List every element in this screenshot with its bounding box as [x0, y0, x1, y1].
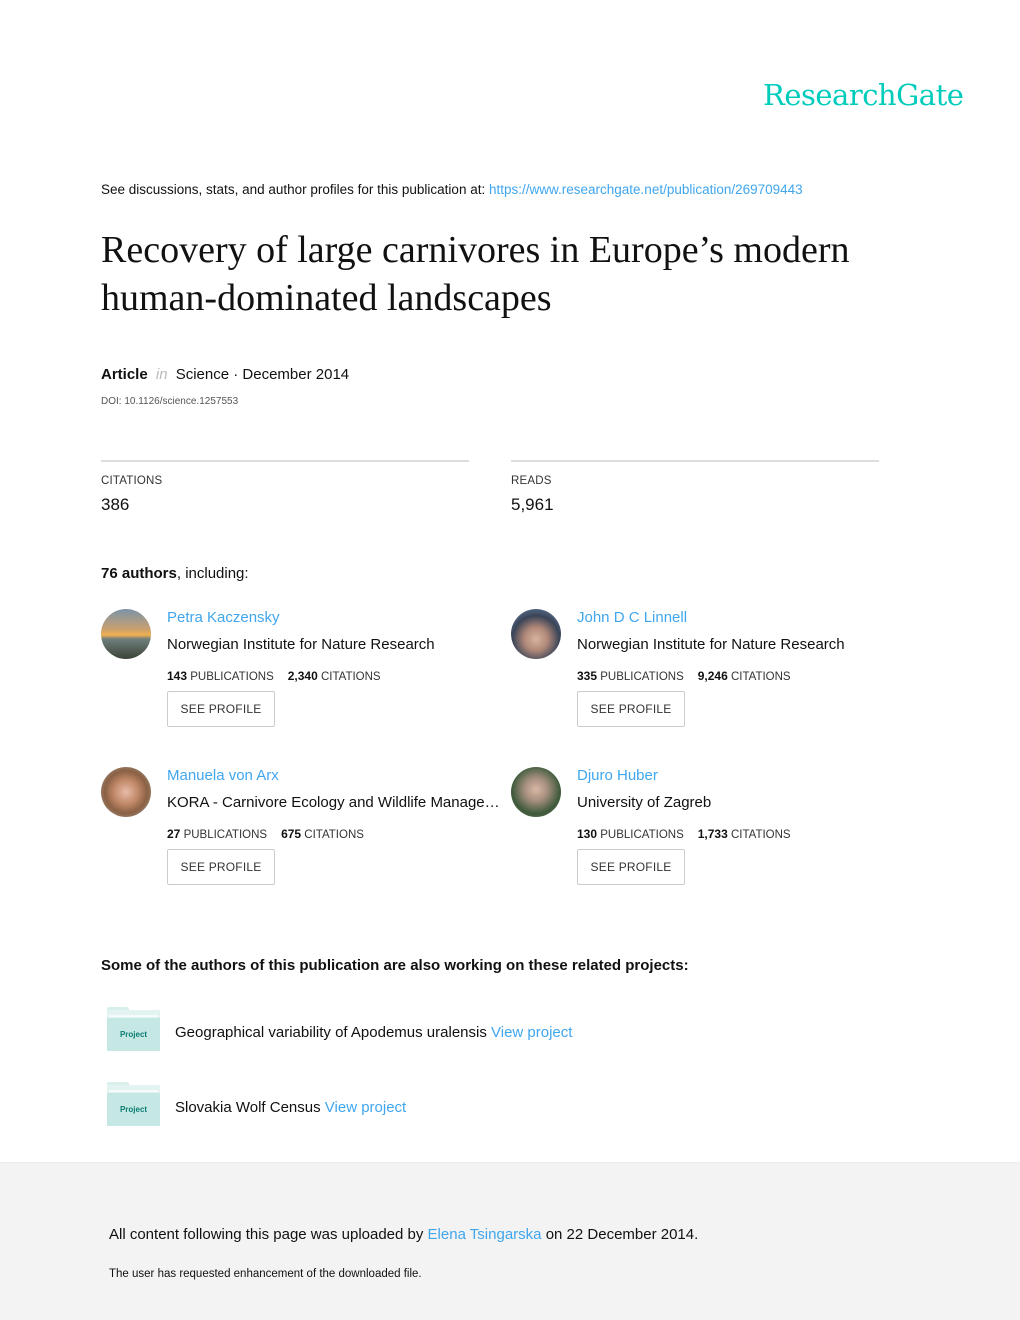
citations-label: CITATIONS — [304, 829, 364, 841]
author-stats: 143 PUBLICATIONS 2,340 CITATIONS — [167, 669, 381, 683]
authors-count: 76 authors — [101, 565, 177, 582]
author-card: Manuela von Arx KORA - Carnivore Ecology… — [101, 767, 501, 907]
publications-count: 27 — [167, 827, 181, 841]
see-profile-button[interactable]: SEE PROFILE — [167, 849, 275, 885]
authors-suffix: , including: — [176, 565, 249, 582]
view-project-link[interactable]: View project — [325, 1099, 406, 1116]
avatar[interactable] — [511, 609, 561, 659]
author-name-link[interactable]: Djuro Huber — [577, 767, 658, 784]
citations-label: CITATIONS — [730, 829, 791, 841]
author-institution: Norwegian Institute for Nature Research — [577, 636, 845, 653]
publication-type: Article — [101, 366, 148, 383]
publication-url-link[interactable]: https://www.researchgate.net/publication… — [489, 182, 803, 197]
related-projects-heading: Some of the authors of this publication … — [101, 957, 689, 974]
reads-stat: READS 5,961 — [511, 460, 879, 515]
upload-info: All content following this page was uplo… — [109, 1226, 698, 1243]
reads-value: 5,961 — [511, 495, 554, 514]
enhancement-note: The user has requested enhancement of th… — [109, 1268, 422, 1280]
researchgate-logo[interactable]: ResearchGate — [763, 78, 964, 112]
avatar[interactable] — [101, 609, 151, 659]
reads-label: READS — [511, 475, 552, 487]
project-title: Slovakia Wolf Census — [175, 1099, 321, 1116]
author-institution: Norwegian Institute for Nature Research — [167, 636, 435, 653]
publications-count: 143 — [167, 669, 188, 683]
publications-label: PUBLICATIONS — [183, 829, 268, 841]
upload-prefix: All content following this page was uplo… — [109, 1226, 424, 1243]
author-stats: 27 PUBLICATIONS 675 CITATIONS — [167, 827, 364, 841]
author-name-link[interactable]: John D C Linnell — [577, 609, 687, 626]
citations-count: 675 — [281, 827, 302, 841]
authors-heading: 76 authors, including: — [101, 565, 249, 582]
project-icon-label: Project — [107, 1093, 160, 1126]
project-icon-label: Project — [107, 1018, 160, 1051]
citations-label: CITATIONS — [730, 671, 791, 683]
citations-value: 386 — [101, 495, 130, 514]
project-title: Geographical variability of Apodemus ura… — [175, 1024, 487, 1041]
see-discussions-line: See discussions, stats, and author profi… — [101, 182, 803, 197]
citations-stat: CITATIONS 386 — [101, 460, 469, 515]
publications-count: 130 — [577, 827, 598, 841]
author-name-link[interactable]: Manuela von Arx — [167, 767, 279, 784]
venue-date: Science · December 2014 — [175, 366, 350, 383]
publications-label: PUBLICATIONS — [600, 671, 684, 683]
author-card: Djuro Huber University of Zagreb 130 PUB… — [511, 767, 911, 907]
citations-label: CITATIONS — [101, 475, 163, 487]
doi: DOI: 10.1126/science.1257553 — [101, 396, 239, 407]
footer: All content following this page was uplo… — [0, 1162, 1020, 1320]
see-profile-button[interactable]: SEE PROFILE — [577, 849, 685, 885]
project-text: Geographical variability of Apodemus ura… — [175, 1024, 572, 1041]
author-stats: 335 PUBLICATIONS 9,246 CITATIONS — [577, 669, 791, 683]
author-card: Petra Kaczensky Norwegian Institute for … — [101, 609, 501, 749]
see-profile-button[interactable]: SEE PROFILE — [577, 691, 685, 727]
citations-count: 9,246 — [697, 669, 728, 683]
author-institution: KORA - Carnivore Ecology and Wildlife Ma… — [167, 794, 500, 811]
citations-label: CITATIONS — [320, 671, 381, 683]
author-name-link[interactable]: Petra Kaczensky — [167, 609, 280, 626]
project-folder-icon: Project — [107, 1007, 160, 1051]
avatar[interactable] — [101, 767, 151, 817]
citations-count: 1,733 — [697, 827, 728, 841]
publications-count: 335 — [577, 669, 598, 683]
author-card: John D C Linnell Norwegian Institute for… — [511, 609, 911, 749]
avatar[interactable] — [511, 767, 561, 817]
uploader-link[interactable]: Elena Tsingarska — [428, 1226, 542, 1243]
see-discussions-text: See discussions, stats, and author profi… — [101, 182, 486, 197]
project-text: Slovakia Wolf Census View project — [175, 1099, 406, 1116]
see-profile-button[interactable]: SEE PROFILE — [167, 691, 275, 727]
publications-label: PUBLICATIONS — [190, 671, 274, 683]
view-project-link[interactable]: View project — [491, 1024, 572, 1041]
publication-meta: Article in Science · December 2014 — [101, 366, 349, 383]
publication-title: Recovery of large carnivores in Europe’s… — [101, 229, 850, 319]
publications-label: PUBLICATIONS — [600, 829, 684, 841]
author-stats: 130 PUBLICATIONS 1,733 CITATIONS — [577, 827, 791, 841]
upload-suffix: on 22 December 2014. — [545, 1226, 699, 1243]
in-label: in — [155, 366, 168, 383]
project-folder-icon: Project — [107, 1082, 160, 1126]
author-institution: University of Zagreb — [577, 794, 712, 811]
citations-count: 2,340 — [287, 669, 318, 683]
